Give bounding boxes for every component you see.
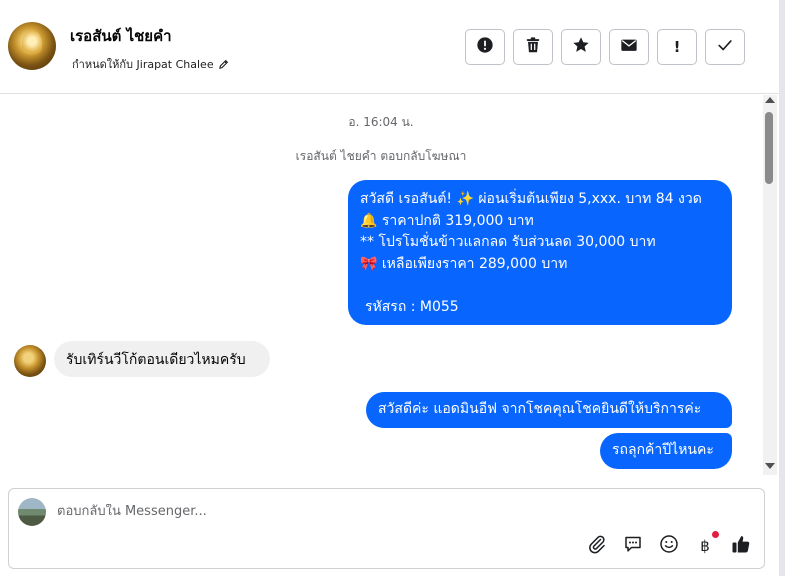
message-line: 🔔 ราคาปกติ 319,000 บาท <box>360 212 534 229</box>
smiley-icon <box>659 534 679 558</box>
payment-button[interactable]: ฿ <box>694 531 719 557</box>
attach-button[interactable] <box>586 535 608 557</box>
reply-input[interactable] <box>57 504 657 519</box>
message-line: ** โปรโมชั่นข้าวแลกลด รับส่วนลด 30,000 บ… <box>360 234 656 250</box>
reply-composer: ฿ <box>8 488 765 569</box>
trash-icon <box>524 36 542 58</box>
emoji-button[interactable] <box>658 535 680 557</box>
notification-dot <box>712 531 719 538</box>
scrollbar-thumb[interactable] <box>765 112 773 184</box>
alert-circle-icon <box>476 36 494 58</box>
checkmark-icon <box>716 36 734 58</box>
outgoing-message[interactable]: สวัสดีค่ะ แอดมินอีฟ จากโชคคุณโชคยินดีให้… <box>366 392 732 428</box>
page-avatar <box>18 498 46 526</box>
header-actions: ! <box>465 29 745 65</box>
conversation-header: เรอสันต์ ไชยคำ กำหนดให้กับ Jirapat Chale… <box>0 0 779 94</box>
message-spacer <box>360 275 720 297</box>
scroll-up-arrow-icon[interactable] <box>765 97 775 103</box>
thumbs-up-icon <box>731 534 751 558</box>
pencil-icon[interactable] <box>218 59 229 70</box>
assignment-row[interactable]: กำหนดให้กับ Jirapat Chalee <box>72 55 229 73</box>
car-code-line: รหัสรถ : M055 <box>365 298 459 315</box>
mark-done-button[interactable] <box>705 29 745 65</box>
paperclip-icon <box>587 534 607 558</box>
like-button[interactable] <box>730 535 752 557</box>
priority-button[interactable]: ! <box>657 29 697 65</box>
baht-icon: ฿ <box>700 537 710 555</box>
contact-name[interactable]: เรอสันต์ ไชยคำ <box>70 24 172 48</box>
saved-replies-button[interactable] <box>622 535 644 557</box>
message-timestamp: อ. 16:04 น. <box>348 115 414 129</box>
incoming-message[interactable]: รับเทิร์นวีโก้ตอนเดียวไหมครับ <box>54 341 270 377</box>
composer-tools: ฿ <box>586 531 752 557</box>
window-edge <box>779 0 785 576</box>
message-line: 🎀 เหลือเพียงราคา 289,000 บาท <box>360 255 568 272</box>
outgoing-message[interactable]: สวัสดี เรอสันต์! ✨ ผ่อนเริ่มต้นเพียง 5,x… <box>348 180 732 325</box>
contact-avatar-small[interactable] <box>14 345 46 377</box>
chat-bubble-icon <box>623 534 643 558</box>
assigned-to-label: กำหนดให้กับ Jirapat Chalee <box>72 58 214 71</box>
outgoing-message[interactable]: รถลุกค้าปีไหนคะ <box>600 433 732 469</box>
ad-reply-note: เรอสันต์ ไชยคำ ตอบกลับโฆษณา <box>295 149 467 163</box>
scroll-down-arrow-icon[interactable] <box>765 463 775 469</box>
envelope-icon <box>620 36 638 58</box>
mark-spam-button[interactable] <box>465 29 505 65</box>
mark-unread-button[interactable] <box>609 29 649 65</box>
message-thread[interactable]: อ. 16:04 น. เรอสันต์ ไชยคำ ตอบกลับโฆษณา … <box>0 95 762 475</box>
message-line: สวัสดี เรอสันต์! ✨ ผ่อนเริ่มต้นเพียง 5,x… <box>360 191 702 207</box>
contact-avatar[interactable] <box>8 22 56 70</box>
delete-button[interactable] <box>513 29 553 65</box>
exclamation-icon: ! <box>673 38 681 56</box>
star-button[interactable] <box>561 29 601 65</box>
star-icon <box>572 36 590 58</box>
